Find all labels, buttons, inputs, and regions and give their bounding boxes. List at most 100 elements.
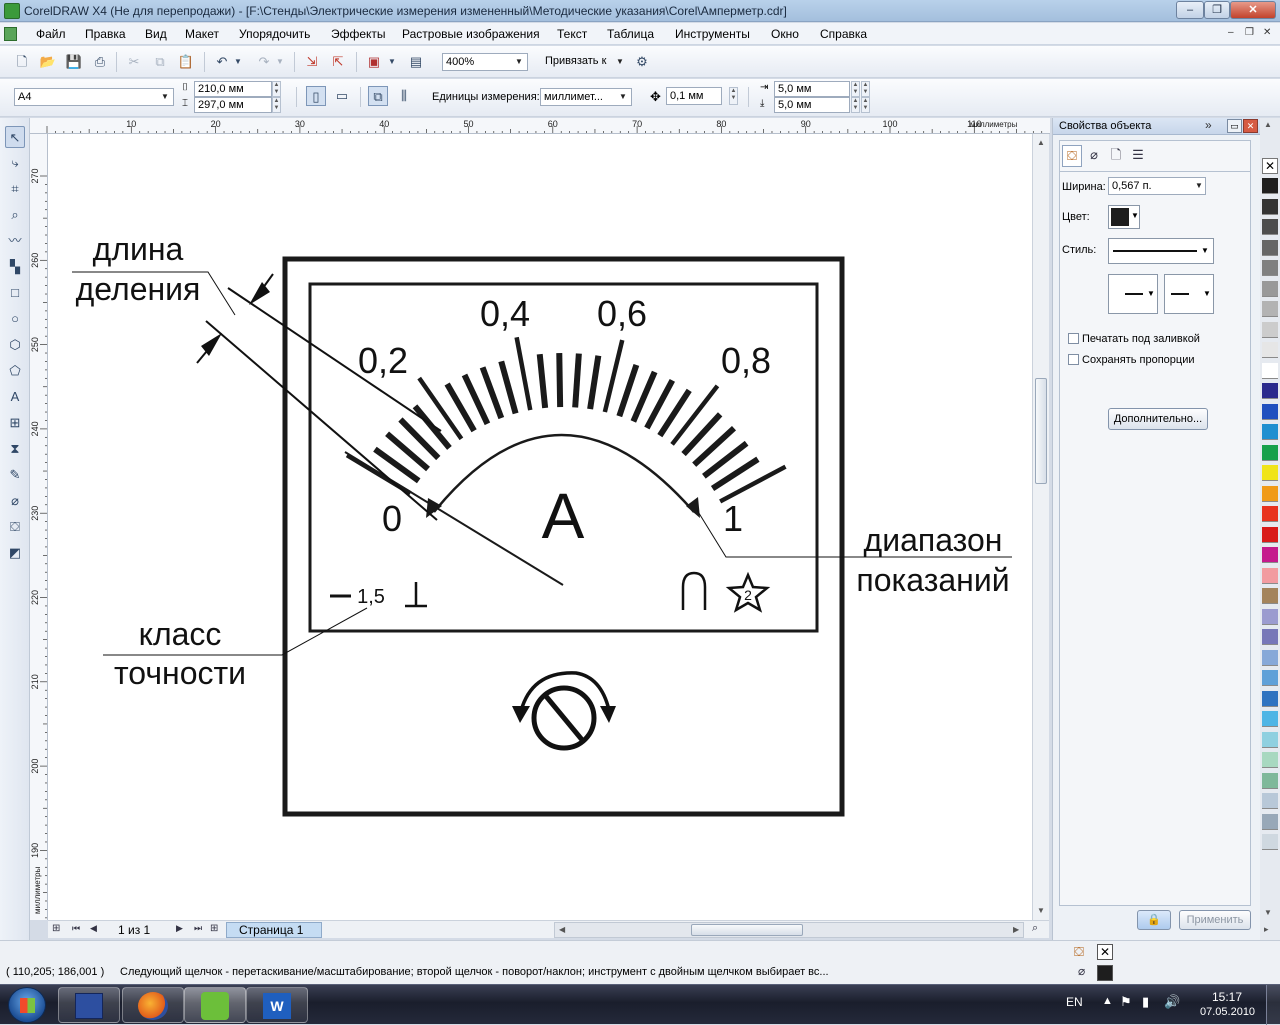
outline-style-select[interactable]: ▼ (1108, 238, 1214, 264)
menu-tools[interactable]: Инструменты (675, 27, 750, 41)
palette-swatch[interactable] (1262, 629, 1278, 645)
palette-swatch[interactable] (1262, 444, 1278, 461)
doc-restore-icon[interactable]: ❐ (1245, 27, 1254, 38)
pick-tool-icon[interactable]: ↖ (5, 126, 25, 148)
options-icon[interactable]: ⚙ (632, 52, 652, 72)
palette-expand-icon[interactable]: ▸ (1264, 924, 1269, 935)
interactive-fill-tool-icon[interactable]: ◩ (5, 542, 25, 564)
outline-width-dropdown-icon[interactable]: ▼ (1192, 178, 1206, 194)
duplicate-x-spinner-2[interactable]: ▲ ▼ (861, 81, 870, 97)
clock-date[interactable]: 07.05.2010 (1200, 1006, 1255, 1018)
zoom-dropdown-icon[interactable]: ▼ (512, 54, 526, 70)
units-dropdown-icon[interactable]: ▼ (616, 89, 630, 105)
palette-swatch[interactable] (1262, 239, 1278, 256)
general-tab-icon[interactable]: 🗋 (1106, 145, 1126, 167)
show-desktop-button[interactable] (1266, 985, 1280, 1025)
nudge-input[interactable]: 0,1 мм (666, 87, 722, 105)
page-width-spinner[interactable]: ▲ ▼ (272, 81, 281, 97)
fill-none-swatch[interactable]: ✕ (1097, 944, 1113, 960)
horizontal-scrollbar[interactable]: ◀ ▶ (554, 922, 1024, 938)
meter-pointer[interactable] (344, 451, 564, 586)
menu-table[interactable]: Таблица (607, 27, 654, 41)
palette-scroll-down-icon[interactable]: ▼ (1264, 908, 1272, 917)
palette-swatch[interactable] (1262, 670, 1278, 686)
menu-arrange[interactable]: Упорядочить (239, 27, 310, 41)
snap-to-dropdown-icon[interactable]: ▼ (613, 54, 627, 70)
export-icon[interactable]: ⇱ (328, 52, 348, 72)
taskbar-word[interactable]: W (246, 987, 308, 1023)
launcher-dropdown-icon[interactable]: ▼ (386, 52, 398, 72)
palette-swatch[interactable] (1262, 547, 1278, 563)
taskbar-firefox[interactable] (122, 987, 184, 1023)
palette-swatch[interactable] (1262, 362, 1278, 379)
add-page-before-icon[interactable]: ⊞ (52, 923, 60, 934)
outline-color-status-swatch[interactable] (1097, 965, 1113, 981)
outline-tab-icon[interactable]: ⌀ (1084, 145, 1104, 167)
duplicate-y-spinner-2[interactable]: ▲ ▼ (861, 97, 870, 113)
zoom-tool-icon[interactable]: ⌕ (5, 204, 25, 226)
interactive-blend-tool-icon[interactable]: ⧗ (5, 438, 25, 460)
lock-button[interactable]: 🔒 (1137, 910, 1171, 930)
scroll-down-icon[interactable]: ▼ (1037, 906, 1045, 915)
shape-tool-icon[interactable]: ⤷ (5, 152, 25, 174)
duplicate-y-input[interactable]: 5,0 мм (774, 97, 850, 113)
page-width-input[interactable]: 210,0 мм (194, 81, 272, 97)
undo-icon[interactable]: ↶ (212, 52, 232, 72)
palette-swatch[interactable] (1262, 772, 1278, 789)
horizontal-ruler[interactable]: 10 20 30 40 50 60 70 80 90 100 110 миллиметры (30, 118, 1050, 134)
rectangle-tool-icon[interactable]: □ (5, 282, 25, 304)
document-icon[interactable] (4, 27, 17, 41)
redo-icon[interactable]: ↷ (254, 52, 274, 72)
end-arrowhead-select[interactable]: ▼ (1164, 274, 1214, 314)
scroll-up-icon[interactable]: ▲ (1037, 138, 1045, 147)
drawing-canvas[interactable]: 0 0,2 0,4 0,6 0,8 1 A 1,5 2 длина делени… (48, 134, 1032, 920)
outline-tool-icon[interactable]: ⌀ (5, 490, 25, 512)
docker-minimize-icon[interactable]: ▭ (1227, 119, 1242, 133)
page-size-select[interactable]: A4 (14, 88, 174, 106)
scale-with-image-checkbox[interactable] (1068, 354, 1079, 365)
snap-to-label[interactable]: Привязать к (545, 55, 606, 67)
nudge-spinner[interactable]: ▲ ▼ (729, 87, 738, 105)
freehand-tool-icon[interactable]: 〰 (5, 230, 25, 252)
palette-swatch[interactable] (1262, 465, 1278, 481)
text-tool-icon[interactable]: A (5, 386, 25, 408)
start-arrowhead-select[interactable]: ▼ (1108, 274, 1158, 314)
new-document-icon[interactable]: 🗋 (12, 52, 32, 72)
palette-swatch[interactable] (1262, 526, 1278, 543)
docker-expand-icon[interactable]: » (1205, 118, 1212, 132)
next-page-icon[interactable]: ▶ (176, 923, 183, 934)
menu-edit[interactable]: Правка (85, 27, 126, 41)
minimize-button[interactable]: – (1176, 1, 1204, 19)
taskbar-save-app[interactable] (58, 987, 120, 1023)
import-icon[interactable]: ⇲ (302, 52, 322, 72)
copy-icon[interactable]: ⧉ (150, 52, 170, 72)
duplicate-x-input[interactable]: 5,0 мм (774, 81, 850, 97)
menu-text[interactable]: Текст (557, 27, 587, 41)
palette-swatch[interactable] (1262, 506, 1278, 522)
action-center-flag-icon[interactable]: ⚑ (1120, 994, 1132, 1010)
restore-button[interactable]: ❐ (1204, 1, 1230, 19)
menu-bitmaps[interactable]: Растровые изображения (402, 27, 540, 41)
no-color-swatch[interactable]: ✕ (1262, 158, 1278, 174)
outline-color-picker[interactable]: ▼ (1108, 205, 1140, 229)
fill-tab-icon[interactable]: ⛋ (1062, 145, 1082, 167)
palette-swatch[interactable] (1262, 198, 1278, 215)
apply-button[interactable]: Применить (1179, 910, 1251, 930)
palette-swatch[interactable] (1262, 608, 1278, 625)
palette-swatch[interactable] (1262, 711, 1278, 727)
start-button[interactable] (8, 987, 46, 1023)
welcome-screen-icon[interactable]: ▤ (406, 52, 426, 72)
volume-icon[interactable]: 🔊 (1164, 994, 1180, 1010)
palette-swatch[interactable] (1262, 403, 1278, 420)
vertical-ruler[interactable]: 270 260 250 240 230 220 210 200 190 миллиметры (30, 134, 48, 920)
menu-file[interactable]: Файл (36, 27, 66, 41)
palette-swatch[interactable] (1262, 752, 1278, 768)
polygon-tool-icon[interactable]: ⬡ (5, 334, 25, 356)
crop-tool-icon[interactable]: ⌗ (5, 178, 25, 200)
fill-status-icon[interactable]: ⛋ (1074, 944, 1084, 960)
tray-expand-icon[interactable]: ▲ (1102, 995, 1113, 1007)
eyedropper-tool-icon[interactable]: ✎ (5, 464, 25, 486)
portrait-orientation-icon[interactable]: ▯ (306, 86, 326, 106)
doc-close-icon[interactable]: ✕ (1263, 27, 1271, 38)
close-button[interactable]: ✕ (1230, 1, 1276, 19)
